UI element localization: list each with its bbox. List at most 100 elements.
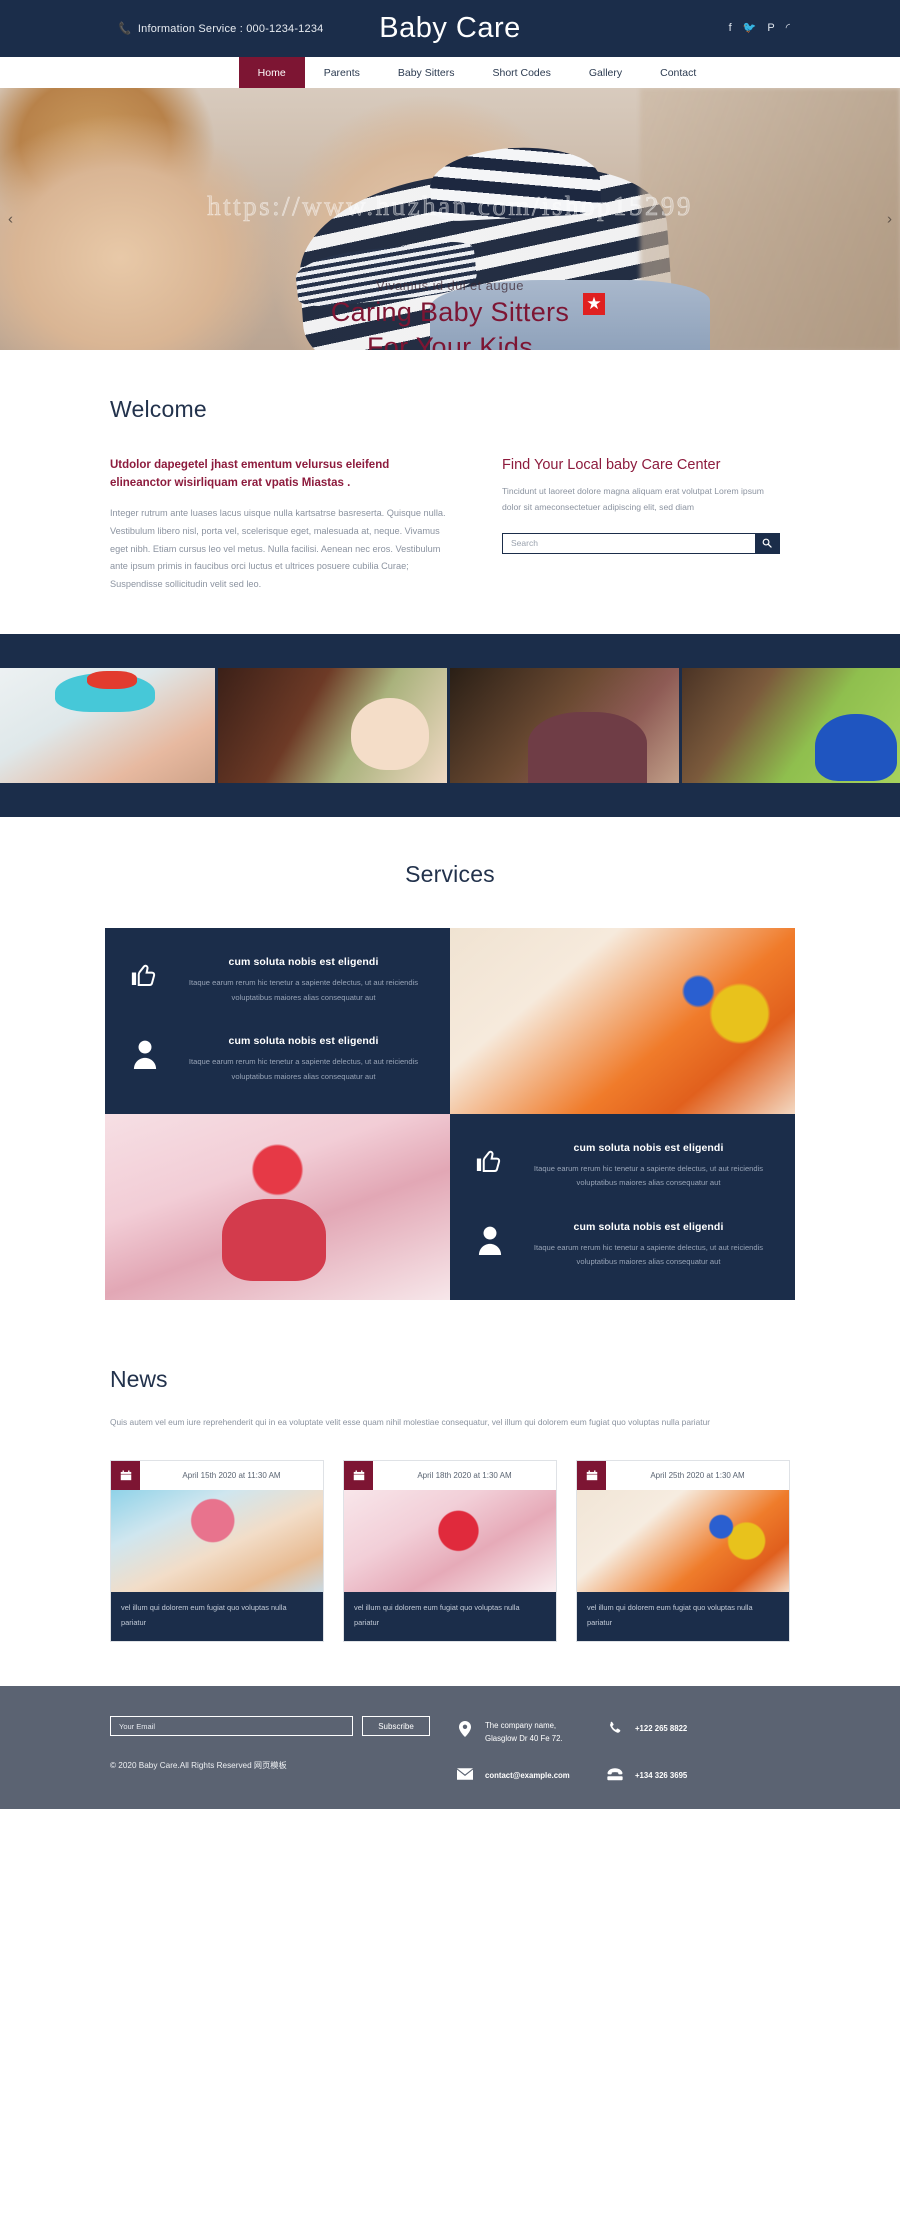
welcome-heading: Welcome xyxy=(110,396,207,422)
subscribe-button[interactable]: Subscribe xyxy=(362,1716,430,1737)
main-navigation: Home Parents Baby Sitters Short Codes Ga… xyxy=(0,57,900,88)
copyright-text: © 2020 Baby Care.All Rights Reserved 网页模… xyxy=(110,1761,287,1771)
service-body: Itaque earum rerum hic tenetur a sapient… xyxy=(188,978,419,1002)
address-line-1: The company name, xyxy=(485,1721,557,1731)
news-caption: vel illum qui dolorem eum fugiat quo vol… xyxy=(111,1592,323,1642)
slider-prev-arrow[interactable]: ‹ xyxy=(8,211,13,228)
news-intro-text: Quis autem vel eum iure reprehenderit qu… xyxy=(110,1416,711,1427)
service-text: cum soluta nobis est eligendi Itaque ear… xyxy=(181,1035,426,1084)
email-field[interactable] xyxy=(110,1716,353,1737)
gallery-strip xyxy=(0,668,900,784)
news-date-label: April 25th 2020 at 1:30 AM xyxy=(650,1471,745,1481)
news-card[interactable]: April 15th 2020 at 11:30 AM vel illum qu… xyxy=(110,1460,324,1643)
hero-title-line1: Caring Baby Sitters xyxy=(330,297,570,327)
facebook-icon[interactable]: f xyxy=(729,23,732,34)
gallery-photo-smiling-mother-baby[interactable] xyxy=(682,668,900,784)
welcome-section: Welcome Utdolor dapegetel jhast ementum … xyxy=(0,350,900,634)
nav-item-parents[interactable]: Parents xyxy=(305,57,379,88)
calendar-icon xyxy=(344,1461,373,1491)
news-card[interactable]: April 25th 2020 at 1:30 AM vel illum qui… xyxy=(576,1460,790,1643)
address-line-2: Glasglow Dr 40 Fe 72. xyxy=(485,1733,563,1743)
user-icon xyxy=(125,1035,165,1070)
service-item[interactable]: cum soluta nobis est eligendi Itaque ear… xyxy=(125,956,426,1005)
news-card[interactable]: April 18th 2020 at 1:30 AM vel illum qui… xyxy=(343,1460,557,1643)
find-center-column: Find Your Local baby Care Center Tincidu… xyxy=(502,457,780,594)
news-caption: vel illum qui dolorem eum fugiat quo vol… xyxy=(344,1592,556,1642)
services-panel-bottom-right: cum soluta nobis est eligendi Itaque ear… xyxy=(450,1114,795,1300)
find-center-heading: Find Your Local baby Care Center xyxy=(502,457,721,473)
twitter-icon[interactable]: 🐦 xyxy=(743,23,757,34)
news-photo-sleeping-baby xyxy=(111,1490,323,1593)
search-icon xyxy=(762,538,772,548)
gallery-strip-section xyxy=(0,634,900,818)
service-text: cum soluta nobis est eligendi Itaque ear… xyxy=(526,1142,771,1191)
footer-row: Subscribe © 2020 Baby Care.All Rights Re… xyxy=(110,1716,790,1783)
service-item[interactable]: cum soluta nobis est eligendi Itaque ear… xyxy=(125,1035,426,1084)
mobile-phone-icon xyxy=(606,1720,624,1735)
footer-left: Subscribe © 2020 Baby Care.All Rights Re… xyxy=(110,1716,440,1771)
service-text: cum soluta nobis est eligendi Itaque ear… xyxy=(526,1221,771,1270)
site-footer: Subscribe © 2020 Baby Care.All Rights Re… xyxy=(0,1686,900,1809)
service-body: Itaque earum rerum hic tenetur a sapient… xyxy=(188,1057,419,1081)
news-photo-baby-red-outfit xyxy=(344,1490,556,1593)
service-title: cum soluta nobis est eligendi xyxy=(573,1220,724,1233)
nav-item-contact[interactable]: Contact xyxy=(641,57,715,88)
news-heading: News xyxy=(110,1365,168,1392)
social-links: f 🐦 P ◜ xyxy=(729,23,790,34)
envelope-icon xyxy=(456,1767,474,1781)
welcome-columns: Utdolor dapegetel jhast ementum velursus… xyxy=(110,457,790,594)
service-body: Itaque earum rerum hic tenetur a sapient… xyxy=(533,1242,764,1267)
service-item[interactable]: cum soluta nobis est eligendi Itaque ear… xyxy=(470,1221,771,1270)
footer-email-address: contact@example.com xyxy=(485,1771,570,1781)
footer-mobile-number: +122 265 8822 xyxy=(635,1724,688,1734)
nav-list: Home Parents Baby Sitters Short Codes Ga… xyxy=(238,57,716,88)
search-bar xyxy=(502,532,780,554)
news-date-label: April 18th 2020 at 1:30 AM xyxy=(417,1471,512,1481)
service-item[interactable]: cum soluta nobis est eligendi Itaque ear… xyxy=(470,1142,771,1191)
hero-title-line2: For Your Kids xyxy=(367,331,533,350)
news-date-row: April 25th 2020 at 1:30 AM xyxy=(577,1461,789,1491)
nav-item-baby-sitters[interactable]: Baby Sitters xyxy=(379,57,474,88)
services-grid: cum soluta nobis est eligendi Itaque ear… xyxy=(105,928,795,1300)
hero-caption: Vivamus id dui et augue Caring Baby Sitt… xyxy=(0,278,900,350)
search-input[interactable] xyxy=(503,533,755,553)
news-section: News Quis autem vel eum iure reprehender… xyxy=(0,1326,900,1686)
location-pin-icon xyxy=(456,1720,474,1738)
service-title: cum soluta nobis est eligendi xyxy=(228,1035,379,1048)
news-date-row: April 15th 2020 at 11:30 AM xyxy=(111,1461,323,1491)
service-title: cum soluta nobis est eligendi xyxy=(573,1142,724,1154)
hero-slider: https://www.huzhan.com/ishop15299 Vivamu… xyxy=(0,88,900,350)
red-star-badge-icon xyxy=(583,293,605,315)
footer-landline-number: +134 326 3695 xyxy=(635,1771,688,1781)
top-bar: 📞 Information Service : 000-1234-1234 Ba… xyxy=(0,0,900,57)
welcome-left-column: Utdolor dapegetel jhast ementum velursus… xyxy=(110,457,450,594)
slider-next-arrow[interactable]: › xyxy=(887,211,892,228)
services-section: Services cum soluta nobis est eligendi I… xyxy=(0,817,900,1325)
footer-contacts: The company name, Glasglow Dr 40 Fe 72. … xyxy=(440,1716,790,1783)
news-grid: April 15th 2020 at 11:30 AM vel illum qu… xyxy=(110,1460,790,1643)
gallery-photo-mother-and-baby[interactable] xyxy=(218,668,447,784)
search-button[interactable] xyxy=(755,533,779,553)
baby-hands-with-toy-photo xyxy=(450,928,795,1114)
calendar-icon xyxy=(111,1461,140,1491)
gallery-photo-father-carrying-child[interactable] xyxy=(450,668,679,784)
page-root: 📞 Information Service : 000-1234-1234 Ba… xyxy=(0,0,900,1809)
service-title: cum soluta nobis est eligendi xyxy=(228,956,379,969)
find-center-body: Tincidunt ut laoreet dolore magna aliqua… xyxy=(502,486,764,512)
service-body: Itaque earum rerum hic tenetur a sapient… xyxy=(533,1164,764,1188)
rss-icon[interactable]: ◜ xyxy=(786,23,790,34)
footer-mobile-phone: +122 265 8822 xyxy=(606,1720,790,1745)
gallery-photo-baby-blue-hat[interactable] xyxy=(0,668,215,784)
thumbs-up-icon xyxy=(470,1142,510,1176)
nav-item-short-codes[interactable]: Short Codes xyxy=(473,57,569,88)
thumbs-up-icon xyxy=(125,956,165,990)
welcome-lead-text: Utdolor dapegetel jhast ementum velursus… xyxy=(110,459,390,489)
footer-landline-phone: +134 326 3695 xyxy=(606,1767,790,1783)
pinterest-icon[interactable]: P xyxy=(767,23,774,34)
nav-item-home[interactable]: Home xyxy=(238,57,305,88)
news-caption: vel illum qui dolorem eum fugiat quo vol… xyxy=(577,1592,789,1642)
nav-item-gallery[interactable]: Gallery xyxy=(570,57,641,88)
service-text: cum soluta nobis est eligendi Itaque ear… xyxy=(181,956,426,1005)
news-date-row: April 18th 2020 at 1:30 AM xyxy=(344,1461,556,1491)
news-photo-baby-with-toy xyxy=(577,1490,789,1593)
